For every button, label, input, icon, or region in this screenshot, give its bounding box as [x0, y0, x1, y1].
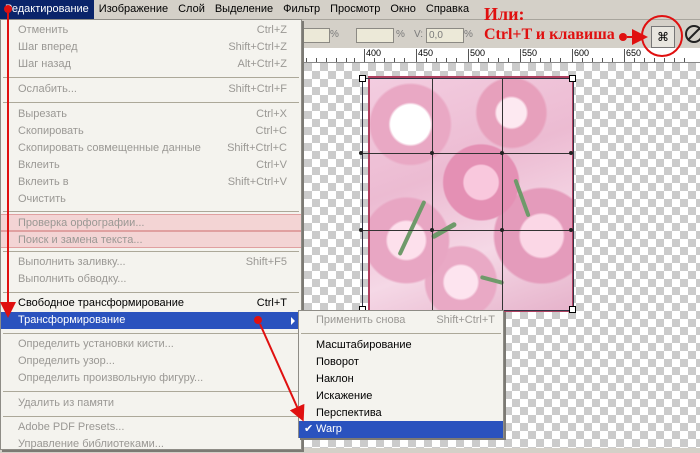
menu-item-undo[interactable]: Отменить Ctrl+Z [1, 22, 301, 39]
ruler-label: 400 [366, 48, 382, 58]
menu-item-define-shape[interactable]: Определить произвольную фигуру... [1, 370, 301, 387]
width-percent: % [330, 29, 339, 40]
menu-select[interactable]: Выделение [210, 0, 278, 19]
menu-item-define-brush[interactable]: Определить установки кисти... [1, 336, 301, 353]
transform-submenu: Применить снова Shift+Ctrl+T Масштабирова… [298, 310, 504, 438]
warp-control-point[interactable] [569, 228, 573, 232]
menu-image[interactable]: Изображение [94, 0, 173, 19]
edit-menu: Отменить Ctrl+Z Шаг вперед Shift+Ctrl+Z Ша… [0, 19, 302, 450]
menu-item-paste-into[interactable]: Вклеить в Shift+Ctrl+V [1, 174, 301, 191]
menu-separator [3, 77, 299, 78]
menu-item-copy[interactable]: Скопировать Ctrl+C [1, 123, 301, 140]
warp-control-point[interactable] [430, 228, 434, 232]
warp-mode-icon[interactable]: ⌘ [651, 26, 675, 48]
warp-control-point[interactable] [430, 151, 434, 155]
menu-item-cut[interactable]: Вырезать Ctrl+X [1, 106, 301, 123]
transform-handle[interactable] [359, 75, 366, 82]
ruler-label: 600 [574, 48, 590, 58]
warp-control-point[interactable] [500, 151, 504, 155]
menu-item-purge[interactable]: Удалить из памяти [1, 395, 301, 412]
transform-handle[interactable] [569, 306, 576, 313]
submenu-item-rotate[interactable]: Поворот [299, 354, 503, 371]
annotation-title: Или: [484, 4, 525, 24]
menu-window[interactable]: Окно [385, 0, 421, 19]
menu-item-clear[interactable]: Очистить [1, 191, 301, 208]
annotation-hint: Ctrl+T и клавиша [484, 26, 615, 43]
menu-separator [3, 333, 299, 334]
transform-grid-line [362, 153, 573, 154]
height-field[interactable] [356, 28, 394, 43]
menu-view[interactable]: Просмотр [325, 0, 385, 19]
horizontal-ruler: 400 450 500 550 600 650 [296, 48, 700, 63]
submenu-item-again[interactable]: Применить снова Shift+Ctrl+T [299, 312, 503, 329]
menu-filter[interactable]: Фильтр [278, 0, 325, 19]
submenu-item-scale[interactable]: Масштабирование [299, 337, 503, 354]
menu-item-paste[interactable]: Вклеить Ctrl+V [1, 157, 301, 174]
menu-help[interactable]: Справка [421, 0, 474, 19]
menu-separator [3, 102, 299, 103]
menu-separator [301, 333, 501, 334]
ruler-label: 500 [470, 48, 486, 58]
menu-edit[interactable]: Редактирование [0, 0, 94, 19]
transform-bounding-box[interactable] [362, 78, 574, 311]
menu-item-step-backward[interactable]: Шаг назад Alt+Ctrl+Z [1, 56, 301, 73]
v-field[interactable]: 0,0 [426, 28, 464, 43]
menu-item-preset-manager[interactable]: Управление библиотеками... [1, 436, 301, 453]
menu-separator [3, 211, 299, 212]
menu-item-free-transform[interactable]: Свободное трансформирование Ctrl+T [1, 295, 301, 312]
menu-item-pdf-presets[interactable]: Adobe PDF Presets... [1, 419, 301, 436]
transform-grid-line [432, 78, 433, 310]
ruler-label: 550 [522, 48, 538, 58]
menu-item-step-forward[interactable]: Шаг вперед Shift+Ctrl+Z [1, 39, 301, 56]
menu-separator [3, 251, 299, 252]
submenu-item-perspective[interactable]: Перспектива [299, 405, 503, 422]
ruler-label: 450 [418, 48, 434, 58]
submenu-item-skew[interactable]: Наклон [299, 371, 503, 388]
menu-item-find-replace[interactable]: Поиск и замена текста... [1, 231, 301, 248]
ruler-label: 650 [626, 48, 642, 58]
warp-control-point[interactable] [500, 228, 504, 232]
v-label: V: [414, 29, 424, 40]
transform-handle[interactable] [569, 75, 576, 82]
menubar: Редактирование Изображение Слой Выделени… [0, 0, 700, 20]
menu-item-fade[interactable]: Ослабить... Shift+Ctrl+F [1, 81, 301, 98]
transform-grid-line [502, 78, 503, 310]
menu-separator [3, 292, 299, 293]
menu-item-stroke[interactable]: Выполнить обводку... [1, 271, 301, 288]
submenu-item-distort[interactable]: Искажение [299, 388, 503, 405]
menu-separator [3, 416, 299, 417]
submenu-arrow-icon [291, 317, 295, 325]
menu-item-transform[interactable]: Трансформирование [1, 312, 301, 329]
width-field[interactable] [300, 28, 330, 43]
submenu-item-warp[interactable]: ✔ Warp [299, 421, 503, 438]
warp-control-point[interactable] [359, 228, 363, 232]
transform-grid-line [362, 230, 573, 231]
menu-item-define-pattern[interactable]: Определить узор... [1, 353, 301, 370]
cancel-transform-icon[interactable] [685, 25, 700, 43]
menu-item-copy-merged[interactable]: Скопировать совмещенные данные Shift+Ctrl… [1, 140, 301, 157]
v-percent: % [464, 29, 473, 40]
height-percent: % [396, 29, 405, 40]
menu-item-spell-check[interactable]: Проверка орфографии... [1, 214, 301, 231]
menu-item-fill[interactable]: Выполнить заливку... Shift+F5 [1, 254, 301, 271]
check-icon: ✔ [304, 423, 314, 435]
menu-separator [3, 391, 299, 392]
warp-control-point[interactable] [359, 151, 363, 155]
menu-layer[interactable]: Слой [173, 0, 210, 19]
warp-control-point[interactable] [569, 151, 573, 155]
